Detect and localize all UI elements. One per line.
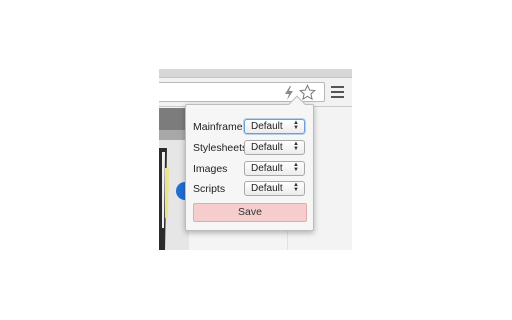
stylesheets-select[interactable]: Default ▲ ▼: [244, 140, 305, 155]
scripts-label: Scripts: [193, 183, 226, 195]
scripts-select[interactable]: Default ▲ ▼: [244, 181, 305, 196]
browser-toolbar: [159, 78, 352, 107]
images-label: Images: [193, 163, 228, 175]
select-arrows-icon: ▲ ▼: [293, 120, 299, 131]
stylesheets-label: Stylesheets: [193, 142, 248, 154]
mainframe-select[interactable]: Default ▲ ▼: [244, 119, 305, 134]
mainframe-label: Mainframe: [193, 121, 243, 133]
mainframe-select-value: Default: [251, 121, 283, 132]
scripts-row: Scripts Default ▲ ▼: [193, 181, 310, 197]
stylesheets-select-value: Default: [251, 142, 283, 153]
save-button[interactable]: Save: [193, 203, 307, 222]
extension-popup: Mainframe Default ▲ ▼ Stylesheets Default…: [185, 95, 314, 231]
stylesheets-row: Stylesheets Default ▲ ▼: [193, 140, 310, 156]
images-select[interactable]: Default ▲ ▼: [244, 161, 305, 176]
hamburger-menu-icon[interactable]: [331, 86, 344, 98]
images-select-value: Default: [251, 163, 283, 174]
select-arrows-icon: ▲ ▼: [293, 141, 299, 152]
scripts-select-value: Default: [251, 183, 283, 194]
select-arrows-icon: ▲ ▼: [293, 162, 299, 173]
mainframe-row: Mainframe Default ▲ ▼: [193, 119, 310, 135]
tab-strip: [159, 69, 352, 78]
select-arrows-icon: ▲ ▼: [293, 182, 299, 193]
images-row: Images Default ▲ ▼: [193, 161, 310, 177]
star-icon[interactable]: [299, 84, 316, 101]
